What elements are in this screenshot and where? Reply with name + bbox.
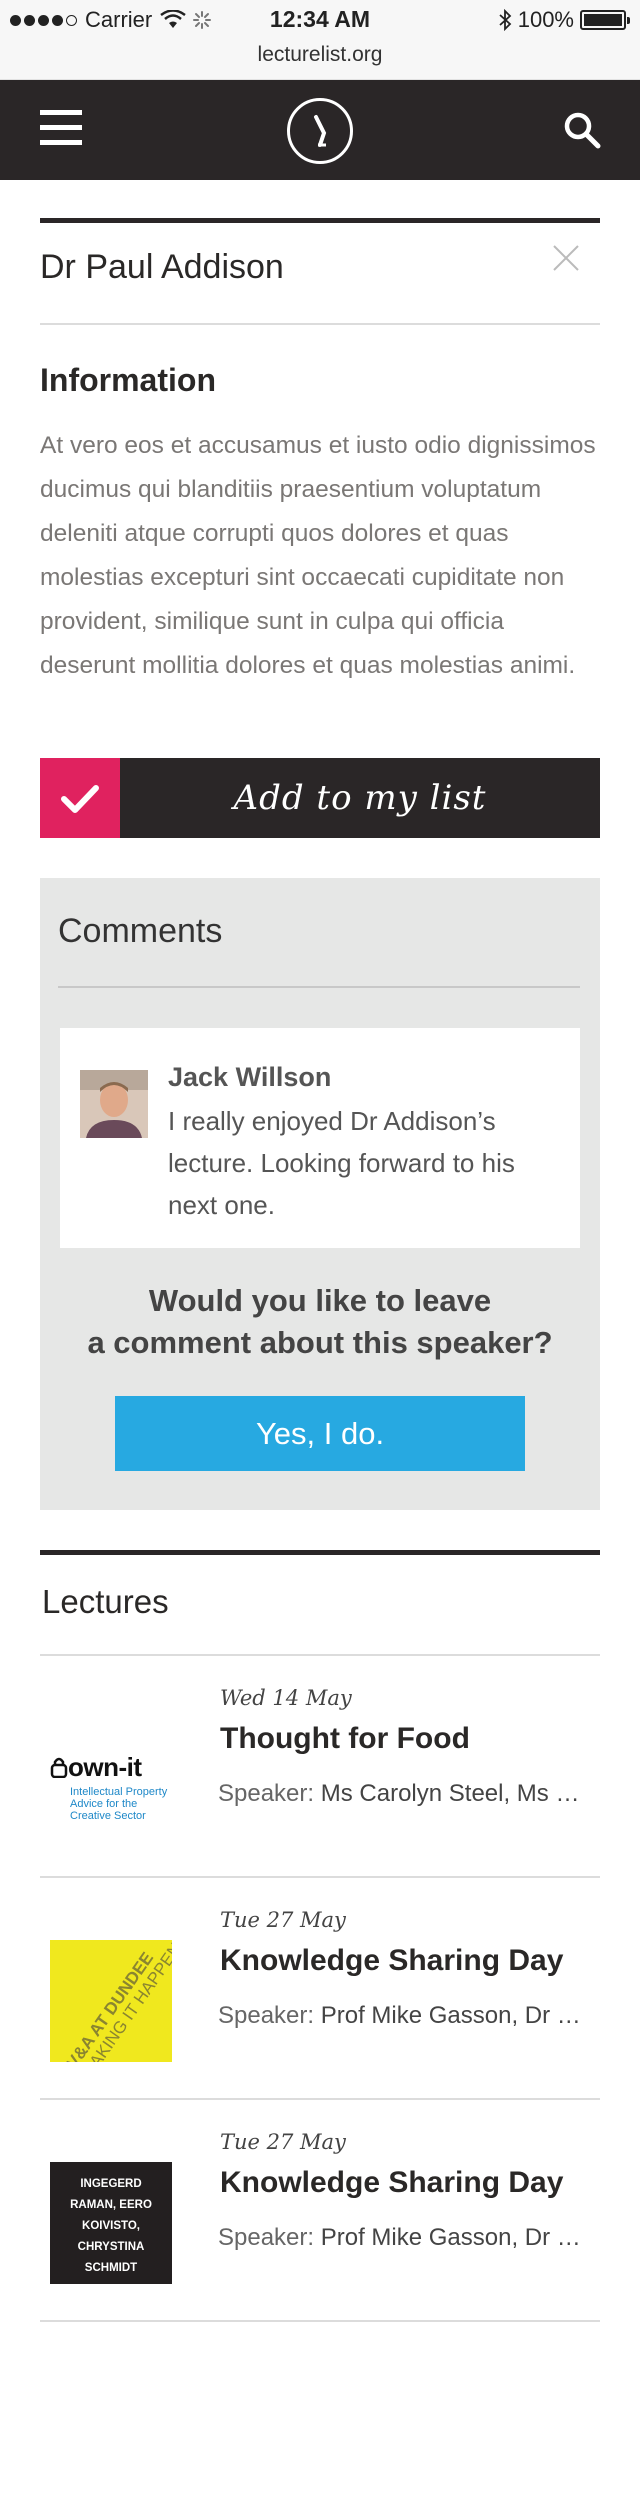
comment-prompt-line-1: Would you like to leave: [148, 1283, 492, 1318]
bluetooth-icon: [499, 9, 512, 31]
lecture-list-item[interactable]: INGEGERD RAMAN, EERO KOIVISTO, CHRYSTINA…: [40, 2100, 600, 2322]
comment-prompt: Would you like to leave a comment about …: [40, 1280, 600, 1364]
battery-percent: 100%: [517, 7, 574, 32]
url-text: lecturelist.org: [257, 43, 383, 66]
comment-text: I really enjoyed Dr Addison’s lecture. L…: [168, 1106, 515, 1220]
speaker-names: Ms Carolyn Steel, Ms …: [320, 1780, 580, 1807]
hamburger-icon[interactable]: [40, 110, 82, 146]
battery-icon: [580, 10, 630, 30]
lecture-date: Tue 27 May: [220, 2130, 346, 2154]
add-to-list-label: Add to my list: [233, 778, 487, 818]
lecture-list-item[interactable]: own-it Intellectual Property Advice for …: [40, 1656, 600, 1878]
lecture-speakers: Speaker: Ms Carolyn Steel, Ms …: [218, 1780, 600, 1808]
add-to-list-button[interactable]: Add to my list: [40, 758, 600, 838]
status-right: 100%: [498, 7, 630, 33]
lecture-speakers: Speaker: Prof Mike Gasson, Dr …: [218, 2002, 600, 2030]
url-bar[interactable]: lecturelist.org: [0, 40, 640, 80]
lecture-speakers: Speaker: Prof Mike Gasson, Dr …: [218, 2224, 600, 2252]
lecture-date: Wed 14 May: [220, 1686, 352, 1710]
speaker-names: Prof Mike Gasson, Dr …: [320, 2224, 581, 2251]
speaker-name: Dr Paul Addison: [40, 248, 284, 286]
section-rule: [40, 1550, 600, 1555]
comments-panel: Comments Jack Willson I really enjoyed D…: [40, 878, 600, 1510]
comments-divider: [58, 986, 580, 988]
close-icon[interactable]: [552, 244, 580, 272]
comment-item: Jack Willson I really enjoyed Dr Addison…: [60, 1028, 580, 1248]
lecturelist-logo[interactable]: [287, 98, 353, 164]
comments-heading: Comments: [58, 912, 223, 950]
user-portrait-icon: [80, 1070, 148, 1138]
top-navigation: [0, 80, 640, 180]
information-heading: Information: [40, 362, 216, 398]
thumbnail-text: INGEGERD RAMAN, EERO KOIVISTO, CHRYSTINA…: [70, 2178, 152, 2274]
ownit-tagline: Intellectual Property Advice for the Cre…: [70, 1786, 168, 1822]
lecture-title[interactable]: Knowledge Sharing Day: [220, 2166, 563, 2200]
lecture-title[interactable]: Thought for Food: [220, 1722, 470, 1756]
lock-icon: [50, 1757, 68, 1779]
lecture-date: Tue 27 May: [220, 1908, 346, 1932]
section-rule: [40, 218, 600, 223]
information-text: At vero eos et accusamus et iusto odio d…: [40, 432, 596, 679]
lecture-title[interactable]: Knowledge Sharing Day: [220, 1944, 563, 1978]
va-dundee-logo: V&A AT DUNDEE MAKING IT HAPPEN: [62, 1940, 172, 2062]
lectures-heading: Lectures: [42, 1583, 169, 1620]
speaker-label: Speaker:: [218, 1780, 315, 1807]
divider: [40, 2320, 600, 2322]
speaker-label: Speaker:: [218, 2002, 315, 2029]
divider: [40, 323, 600, 325]
lecture-thumbnail: INGEGERD RAMAN, EERO KOIVISTO, CHRYSTINA…: [50, 2162, 172, 2284]
avatar: [80, 1070, 148, 1138]
lecture-thumbnail: V&A AT DUNDEE MAKING IT HAPPEN: [50, 1940, 172, 2062]
comment-author[interactable]: Jack Willson: [168, 1062, 331, 1093]
lecture-thumbnail: own-it Intellectual Property Advice for …: [50, 1718, 172, 1840]
logo-mark-icon: [314, 115, 327, 147]
leave-comment-button[interactable]: Yes, I do.: [115, 1396, 525, 1471]
speaker-label: Speaker:: [218, 2224, 315, 2251]
checkmark-icon: [40, 758, 120, 838]
ownit-logo: own-it: [50, 1752, 142, 1783]
comment-prompt-line-2: a comment about this speaker?: [87, 1325, 553, 1360]
speaker-names: Prof Mike Gasson, Dr …: [320, 2002, 581, 2029]
lecture-list-item[interactable]: V&A AT DUNDEE MAKING IT HAPPEN Tue 27 Ma…: [40, 1878, 600, 2100]
search-icon[interactable]: [562, 110, 602, 150]
status-bar: Carrier 12:34 AM 100%: [0, 0, 640, 40]
